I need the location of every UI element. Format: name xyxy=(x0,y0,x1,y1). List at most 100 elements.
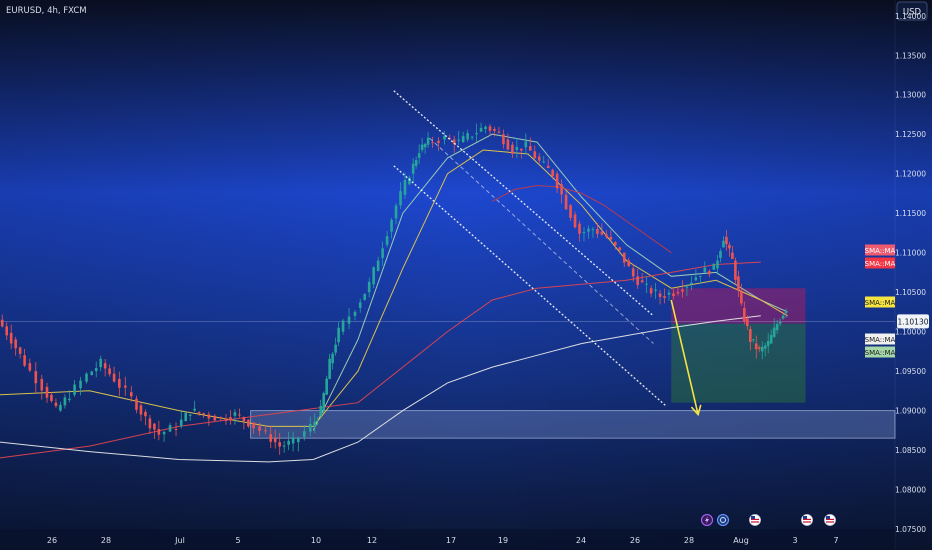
candle-body xyxy=(546,165,550,169)
us-flag-icon-stripe xyxy=(826,521,834,523)
candle-body xyxy=(578,223,581,234)
us-flag-icon[interactable] xyxy=(749,514,761,526)
candle-body xyxy=(337,327,340,343)
candle-body xyxy=(316,420,320,422)
candle-body xyxy=(502,134,505,145)
lightning-icon[interactable] xyxy=(701,514,713,526)
candle-body xyxy=(5,326,9,336)
candle-body xyxy=(417,153,421,158)
candle-body xyxy=(737,276,740,290)
candle-body xyxy=(399,191,402,206)
ma-tag: SMA::MA xyxy=(865,346,896,358)
us-flag-icon[interactable] xyxy=(801,514,813,526)
candle-body xyxy=(325,378,328,395)
candle-body xyxy=(555,173,559,189)
ma-tag: SMA::MA xyxy=(865,296,896,308)
chart-background-vignette xyxy=(0,0,932,550)
price-tick-label: 1.12500 xyxy=(895,130,926,139)
time-tick-label: 12 xyxy=(367,536,377,545)
candle-body xyxy=(269,434,273,442)
currency-icon[interactable] xyxy=(717,514,729,526)
candle-body xyxy=(308,423,312,432)
time-tick-label: 5 xyxy=(235,536,240,545)
price-tick-label: 1.13000 xyxy=(895,91,926,100)
candle-body xyxy=(99,358,102,368)
candle-body xyxy=(334,344,337,353)
candle-body xyxy=(252,422,255,429)
price-tick-label: 1.09000 xyxy=(895,407,926,416)
candle-body xyxy=(658,293,662,297)
time-tick-label: 19 xyxy=(498,536,508,545)
candle-body xyxy=(213,415,217,421)
candle-body xyxy=(631,268,635,277)
time-tick-label: Jul xyxy=(174,536,185,545)
price-tick-label: 1.12000 xyxy=(895,170,926,179)
candle-body xyxy=(769,335,773,344)
candle-body xyxy=(560,184,563,195)
candle-body xyxy=(690,282,693,285)
candle-body xyxy=(68,398,71,401)
candle-body xyxy=(381,248,384,258)
candle-body xyxy=(79,380,82,389)
candle-body xyxy=(479,127,483,132)
candle-body xyxy=(242,417,246,422)
us-flag-icon-canton xyxy=(826,516,830,519)
price-tick-label: 1.07500 xyxy=(895,525,926,534)
candle-body xyxy=(278,442,281,447)
candle-body xyxy=(287,440,290,445)
candle-body xyxy=(781,315,785,319)
candle-body xyxy=(85,373,88,382)
chart-area[interactable]: EURUSD, 4h, FXCM USD 1.14000 1.13500 1.130… xyxy=(0,0,932,550)
candle-body xyxy=(303,431,306,437)
candle-body xyxy=(358,302,362,308)
candle-body xyxy=(457,139,460,141)
candle-body xyxy=(94,367,98,372)
candle-body xyxy=(341,320,345,332)
us-flag-icon[interactable] xyxy=(824,514,836,526)
candle-body xyxy=(605,234,608,237)
candle-body xyxy=(437,140,440,144)
candle-body xyxy=(622,252,626,263)
ma-tag-label: SMA::MA xyxy=(865,260,896,268)
candle-body xyxy=(313,421,317,427)
candle-body xyxy=(54,402,58,406)
candle-body xyxy=(524,141,528,148)
price-tick-label: 1.14000 xyxy=(895,12,926,21)
candle-body xyxy=(784,311,788,314)
candle-body xyxy=(28,363,32,371)
candle-body xyxy=(754,343,758,350)
ma-tag-label: SMA::MA xyxy=(865,247,896,255)
candle-body xyxy=(749,328,752,342)
candle-body xyxy=(224,418,228,421)
candle-body xyxy=(14,339,17,349)
candle-body xyxy=(229,417,232,421)
candle-body xyxy=(322,393,325,411)
candle-body xyxy=(40,378,44,391)
support-zone[interactable] xyxy=(250,410,896,439)
candle-body xyxy=(497,131,501,133)
time-tick-label: 26 xyxy=(630,536,640,545)
candle-body xyxy=(716,260,719,269)
candle-body xyxy=(247,419,250,427)
candle-body xyxy=(258,426,261,431)
candle-body xyxy=(148,418,152,429)
candle-body xyxy=(184,412,188,422)
candle-body xyxy=(663,296,666,298)
candle-body xyxy=(537,156,541,161)
candle-body xyxy=(587,228,590,232)
candle-body xyxy=(297,437,300,443)
candle-body xyxy=(470,136,474,138)
candle-body xyxy=(667,292,671,295)
take-profit-zone[interactable] xyxy=(671,323,806,403)
price-tick-label: 1.13500 xyxy=(895,51,926,60)
candle-body xyxy=(640,280,644,283)
candle-body xyxy=(291,437,295,444)
candle-body xyxy=(414,160,418,166)
candle-body xyxy=(778,321,782,324)
candle-body xyxy=(420,144,424,151)
candle-body xyxy=(672,293,675,297)
symbol-label[interactable]: EURUSD, 4h, FXCM xyxy=(6,6,87,16)
time-tick-label: 3 xyxy=(792,536,797,545)
candle-body xyxy=(542,161,546,163)
candle-body xyxy=(746,318,749,327)
